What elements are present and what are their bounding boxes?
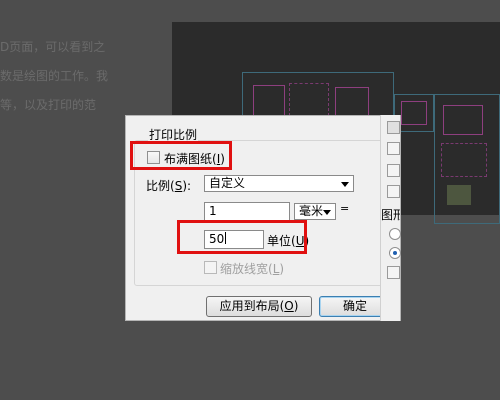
background-doc-line: D页面，可以看到之 bbox=[0, 40, 106, 54]
background-doc-line: 等，以及打印的范 bbox=[0, 98, 97, 112]
scale-select[interactable]: 自定义 bbox=[204, 175, 354, 192]
equals-sign: = bbox=[340, 202, 350, 215]
option-checkbox[interactable] bbox=[387, 142, 400, 155]
scale-label: 比例(S): bbox=[146, 179, 192, 193]
option-checkbox[interactable] bbox=[387, 266, 400, 279]
apply-to-layout-button[interactable]: 应用到布局(O) bbox=[206, 296, 312, 317]
fit-to-paper-highlight bbox=[130, 141, 232, 170]
chevron-down-icon bbox=[323, 210, 331, 215]
paper-units-input[interactable]: 1 bbox=[204, 202, 290, 221]
chevron-down-icon bbox=[341, 182, 349, 187]
scale-lineweights-label: 缩放线宽(L) bbox=[220, 262, 285, 276]
option-checkbox[interactable] bbox=[387, 185, 400, 198]
option-radio[interactable] bbox=[389, 228, 401, 240]
drawing-orientation-label: 图形 bbox=[381, 208, 400, 222]
drawing-units-highlight bbox=[177, 220, 307, 254]
scale-select-value: 自定义 bbox=[209, 176, 246, 190]
scale-lineweights-checkbox[interactable] bbox=[204, 261, 217, 274]
print-scale-dialog: 打印比例 布满图纸(I) 比例(S): 自定义 1 毫米 = 50 单位(U) … bbox=[125, 115, 401, 321]
drawing-sheet bbox=[434, 94, 500, 224]
unit-select[interactable]: 毫米 bbox=[294, 203, 336, 220]
unit-select-value: 毫米 bbox=[299, 204, 324, 218]
option-radio[interactable] bbox=[389, 247, 401, 259]
option-checkbox[interactable] bbox=[387, 164, 400, 177]
option-checkbox[interactable] bbox=[387, 121, 400, 134]
background-doc-line: 数是绘图的工作。我 bbox=[0, 69, 109, 83]
paper-units-value: 1 bbox=[209, 204, 217, 218]
